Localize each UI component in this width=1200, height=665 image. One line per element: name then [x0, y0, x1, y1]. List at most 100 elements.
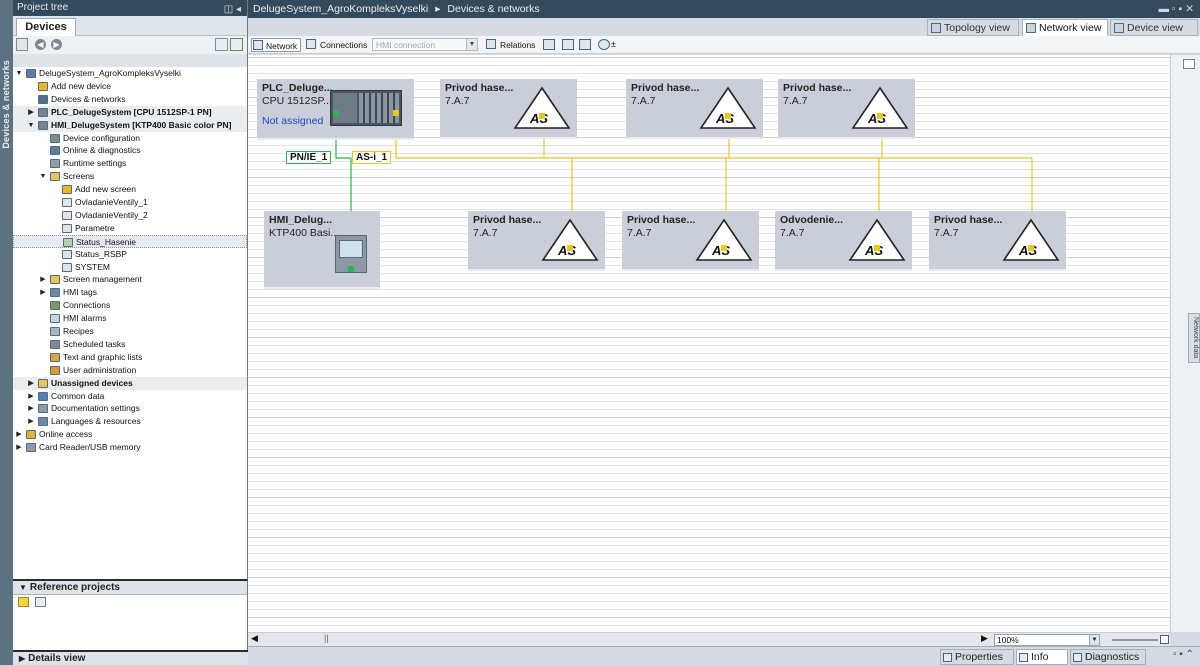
- expand-right-icon[interactable]: ▶: [27, 390, 35, 403]
- back-icon[interactable]: ◀: [35, 39, 46, 50]
- asi-slave-device[interactable]: Privod hase...7.A.7 AS: [626, 79, 763, 139]
- tab-info[interactable]: Info: [1016, 649, 1068, 665]
- expand-right-icon[interactable]: ▶: [39, 286, 47, 299]
- open-reference-project-icon[interactable]: [18, 597, 29, 607]
- tree-item[interactable]: OvladanieVentily_1: [13, 196, 247, 209]
- tree-item[interactable]: Devices & networks: [13, 93, 247, 106]
- network-button[interactable]: Network: [251, 38, 302, 52]
- asi-device-port[interactable]: [539, 113, 545, 119]
- tree-item[interactable]: HMI alarms: [13, 312, 247, 325]
- grid-icon[interactable]: [562, 39, 574, 50]
- tree-item[interactable]: Add new device: [13, 80, 247, 93]
- tree-item[interactable]: Runtime settings: [13, 157, 247, 170]
- profinet-port[interactable]: [333, 110, 339, 116]
- tree-item[interactable]: Parametre: [13, 222, 247, 235]
- expand-arrow-icon[interactable]: ▶: [19, 654, 25, 663]
- window-controls-icon[interactable]: ▬ ▫ ▪ ✕: [1159, 0, 1195, 18]
- asi-slave-device[interactable]: Privod hase...7.A.7 AS: [929, 211, 1066, 271]
- expand-right-icon[interactable]: ▶: [27, 106, 35, 119]
- plc-device[interactable]: PLC_Deluge... CPU 1512SP... Not assigned: [257, 79, 414, 140]
- tree-item[interactable]: Text and graphic lists: [13, 351, 247, 364]
- zoom-icon[interactable]: [598, 39, 610, 50]
- asi-device-port[interactable]: [1028, 245, 1034, 251]
- scroll-thumb-icon[interactable]: ||: [324, 633, 329, 643]
- plc-assignment-link[interactable]: Not assigned: [262, 115, 323, 127]
- table-icon[interactable]: [579, 39, 591, 50]
- expand-right-icon[interactable]: ▶: [27, 377, 35, 390]
- tree-item[interactable]: OvladanieVentily_2: [13, 209, 247, 222]
- asi-device-port[interactable]: [725, 113, 731, 119]
- network-data-tab[interactable]: Network data: [1188, 313, 1200, 363]
- tab-diagnostics[interactable]: Diagnostics: [1070, 649, 1146, 665]
- scroll-left-icon[interactable]: ◀: [251, 633, 258, 644]
- tree-item[interactable]: ▶ PLC_DelugeSystem [CPU 1512SP-1 PN]: [13, 105, 247, 119]
- zoom-fit-icon[interactable]: [1160, 635, 1169, 644]
- panel-controls-icon[interactable]: ▫ ▪ ⌃: [1173, 649, 1194, 660]
- forward-icon[interactable]: ▶: [51, 39, 62, 50]
- zoom-slider[interactable]: [1112, 639, 1158, 641]
- expand-right-icon[interactable]: ▶: [15, 428, 23, 441]
- zoom-dropdown-icon[interactable]: ±: [611, 39, 616, 49]
- export-icon[interactable]: [230, 38, 243, 51]
- asi-device-port[interactable]: [567, 245, 573, 251]
- tree-item[interactable]: ▼ DelugeSystem_AgroKompleksVyselki: [13, 67, 247, 80]
- asi-device-port[interactable]: [877, 113, 883, 119]
- overview-navigation-icon[interactable]: [1183, 59, 1195, 69]
- tab-devices[interactable]: Devices: [16, 18, 76, 36]
- details-view-panel[interactable]: ▶ Details view: [13, 650, 248, 665]
- asi-slave-device[interactable]: Odvodenie...7.A.7 AS: [775, 211, 912, 271]
- tree-item[interactable]: Scheduled tasks: [13, 338, 247, 351]
- expand-right-icon[interactable]: ▶: [27, 415, 35, 428]
- connections-button[interactable]: Connections: [306, 38, 367, 52]
- tree-item[interactable]: ▶ Common data: [13, 390, 247, 403]
- chevron-down-icon[interactable]: ▼: [1089, 635, 1099, 645]
- collapse-arrow-icon[interactable]: ▼: [19, 583, 27, 592]
- address-overview-icon[interactable]: [543, 39, 555, 50]
- tree-view-icon[interactable]: [16, 38, 28, 51]
- tree-item[interactable]: ▼ Screens: [13, 170, 247, 183]
- tree-item[interactable]: Online & diagnostics: [13, 144, 247, 157]
- tree-item[interactable]: ▶ Documentation settings: [13, 402, 247, 415]
- hmi-device[interactable]: HMI_Delug... KTP400 Basi...: [264, 211, 380, 289]
- tree-item[interactable]: Connections: [13, 299, 247, 312]
- asi-slave-device[interactable]: Privod hase...7.A.7 AS: [622, 211, 759, 271]
- hmi-profinet-port[interactable]: [348, 266, 354, 272]
- tree-item[interactable]: ▶ Unassigned devices: [13, 376, 247, 390]
- expand-down-icon[interactable]: ▼: [27, 119, 35, 132]
- tab-topology-view[interactable]: Topology view: [927, 19, 1019, 36]
- expand-right-icon[interactable]: ▶: [27, 402, 35, 415]
- expand-down-icon[interactable]: ▼: [15, 67, 23, 80]
- tree-item[interactable]: Status_Hasenie: [13, 234, 247, 248]
- tree-item[interactable]: ▶ Screen management: [13, 273, 247, 286]
- tab-properties[interactable]: Properties: [940, 649, 1014, 665]
- asi-slave-device[interactable]: Privod hase...7.A.7 AS: [778, 79, 915, 139]
- asi-device-port[interactable]: [721, 245, 727, 251]
- asi-port[interactable]: [393, 110, 399, 116]
- tree-item[interactable]: ▶ Card Reader/USB memory: [13, 441, 247, 454]
- expand-right-icon[interactable]: ▶: [15, 441, 23, 454]
- expand-right-icon[interactable]: ▶: [39, 273, 47, 286]
- asi-slave-device[interactable]: Privod hase...7.A.7 AS: [468, 211, 605, 271]
- breadcrumb-project[interactable]: DelugeSystem_AgroKompleksVyselki: [253, 3, 428, 15]
- tree-item[interactable]: User administration: [13, 364, 247, 377]
- tree-item[interactable]: ▼ HMI_DelugeSystem [KTP400 Basic color PN…: [13, 118, 247, 132]
- tree-item[interactable]: ▶ HMI tags: [13, 286, 247, 299]
- tree-item[interactable]: ▶ Languages & resources: [13, 415, 247, 428]
- profinet-network-label[interactable]: PN/IE_1: [286, 151, 332, 164]
- horizontal-scrollbar[interactable]: ◀ || ▶ 100% ▼: [248, 632, 1170, 646]
- tab-device-view[interactable]: Device view: [1110, 19, 1198, 36]
- tab-network-view[interactable]: Network view: [1022, 19, 1108, 36]
- tree-item[interactable]: Recipes: [13, 325, 247, 338]
- tree-item[interactable]: ▶ Online access: [13, 428, 247, 441]
- hmi-connection-select[interactable]: HMI connection ▼: [372, 38, 478, 51]
- network-canvas[interactable]: PLC_Deluge... CPU 1512SP... Not assigned…: [248, 55, 1170, 632]
- asi-network-label[interactable]: AS-i_1: [352, 151, 392, 164]
- chevron-down-icon[interactable]: ▼: [466, 39, 477, 50]
- tree-item[interactable]: Status_RSBP: [13, 248, 247, 261]
- devices-networks-side-strip[interactable]: Devices & networks: [0, 0, 13, 665]
- asi-device-port[interactable]: [874, 245, 880, 251]
- tree-item[interactable]: Device configuration: [13, 132, 247, 145]
- tree-item[interactable]: SYSTEM: [13, 261, 247, 274]
- relations-button[interactable]: Relations: [486, 38, 535, 52]
- reference-projects-header[interactable]: ▼ Reference projects: [13, 581, 247, 595]
